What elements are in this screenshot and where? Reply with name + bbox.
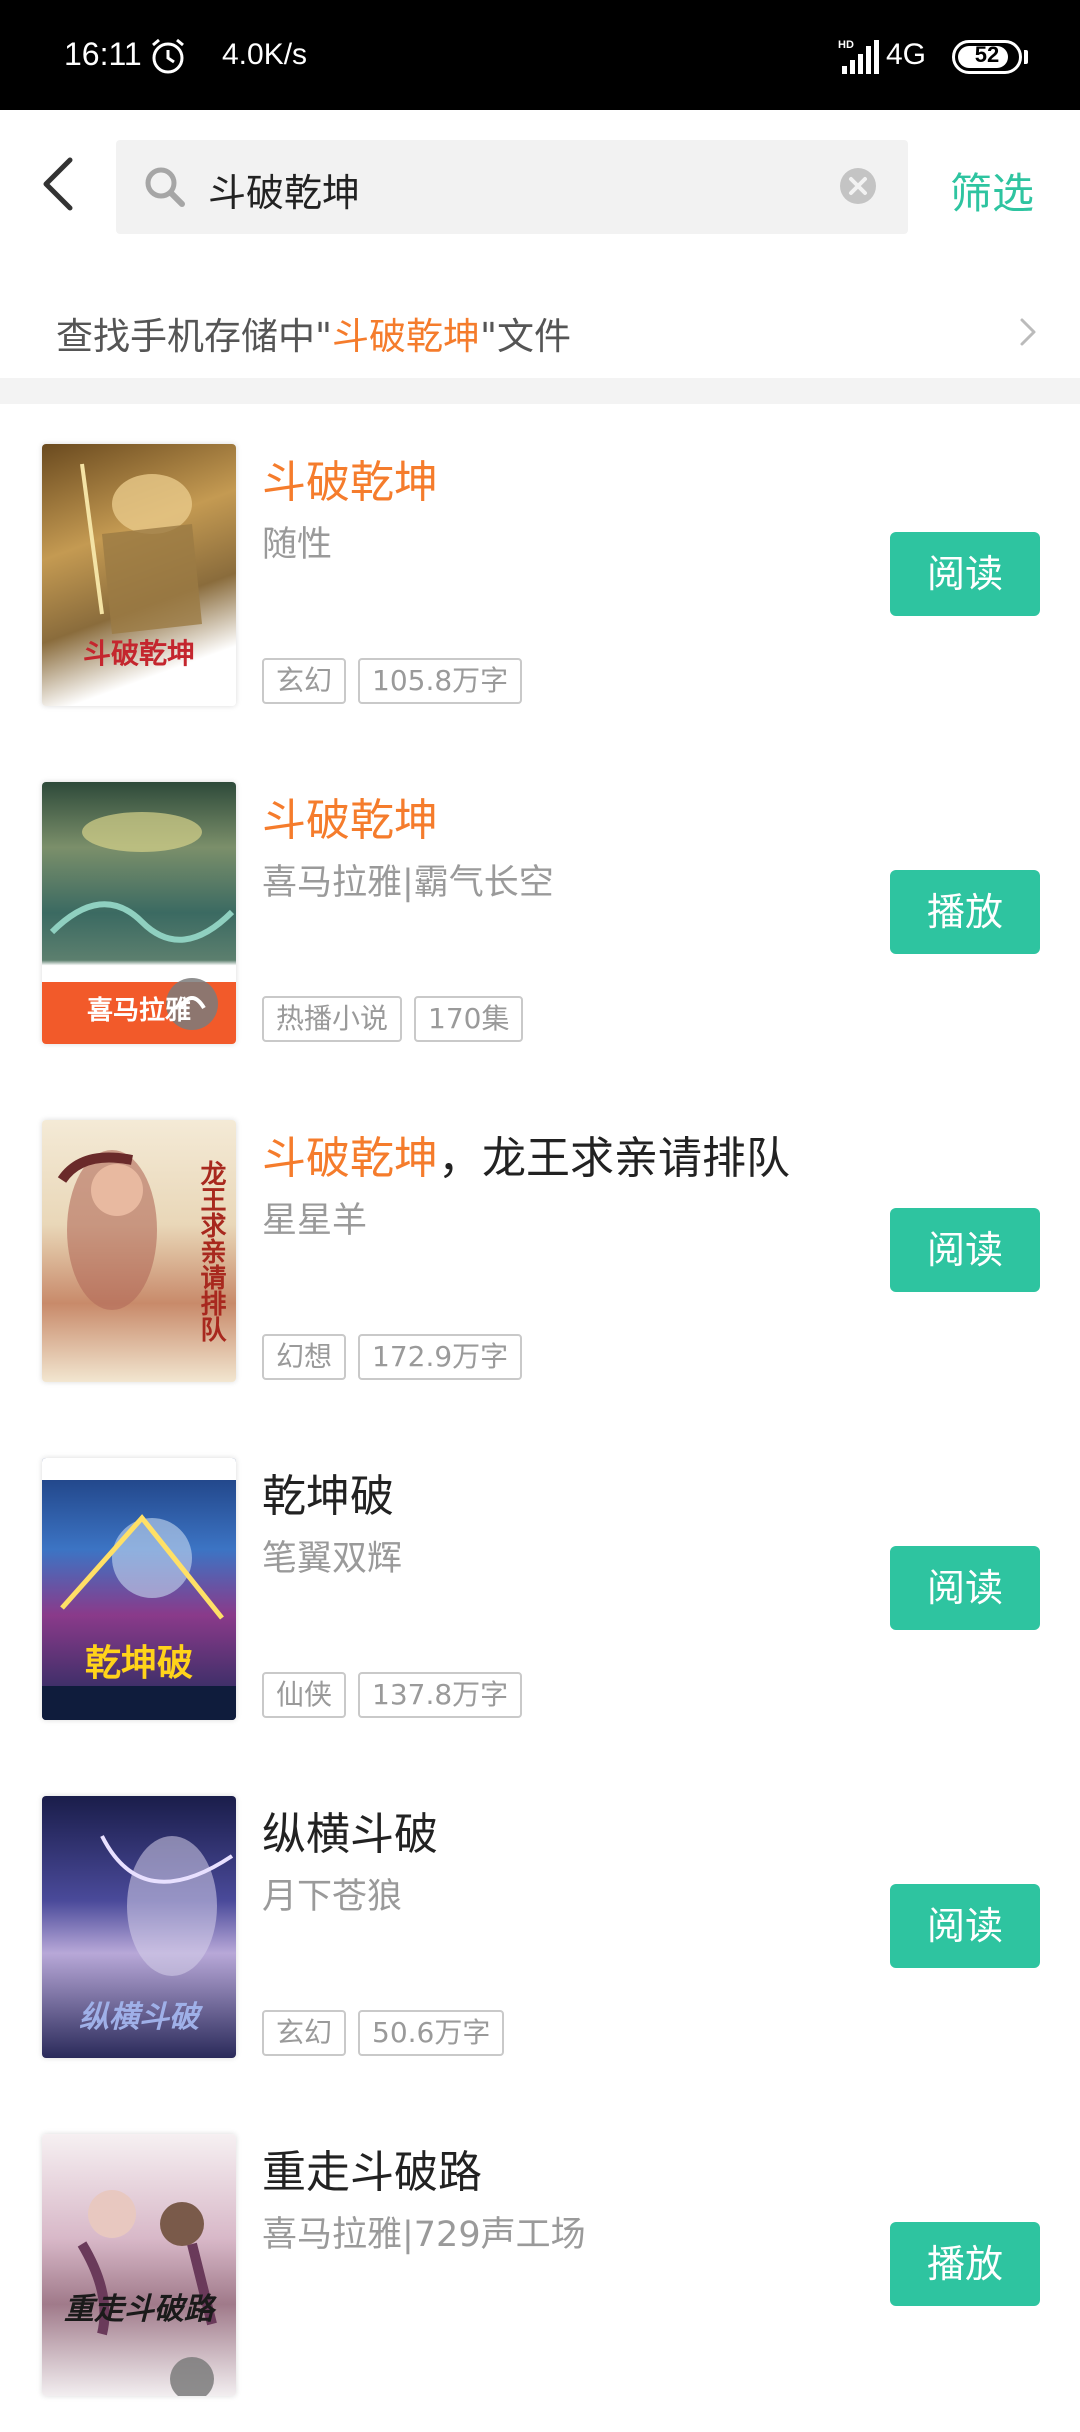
play-button[interactable]: 播放 — [890, 2222, 1040, 2306]
book-title[interactable]: 纵横斗破 — [262, 1798, 438, 1862]
book-cover[interactable]: 龙王求亲请排队 — [42, 1120, 236, 1382]
list-item[interactable]: 斗破乾坤 斗破乾坤 随性 玄幻 105.8万字 阅读 — [0, 404, 1080, 742]
alarm-icon — [152, 38, 184, 74]
read-button[interactable]: 阅读 — [890, 1884, 1040, 1968]
book-title[interactable]: 斗破乾坤 — [262, 784, 438, 848]
cover-title: 龙王求亲请排队 — [196, 1160, 226, 1342]
length-tag: 137.8万字 — [358, 1672, 523, 1718]
genre-tag: 仙侠 — [262, 1672, 347, 1718]
book-title[interactable]: 斗破乾坤 — [262, 446, 438, 510]
length-tag: 105.8万字 — [358, 658, 523, 704]
book-title[interactable]: 重走斗破路 — [262, 2136, 482, 2200]
list-item[interactable]: 乾坤破 乾坤破 笔翼双辉 仙侠 137.8万字 阅读 — [0, 1418, 1080, 1756]
local-storage-search-row[interactable]: 查找手机存储中"斗破乾坤"文件 — [0, 282, 1080, 378]
length-tag: 172.9万字 — [358, 1334, 523, 1380]
tag-list: 热播小说 170集 — [262, 996, 524, 1042]
book-cover[interactable]: 乾坤破 — [42, 1458, 236, 1720]
read-button[interactable]: 阅读 — [890, 532, 1040, 616]
list-item[interactable]: 纵横斗破 纵横斗破 月下苍狼 玄幻 50.6万字 阅读 — [0, 1756, 1080, 2094]
battery-tip — [1024, 50, 1028, 64]
book-author: 月下苍狼 — [262, 1877, 403, 1917]
episode-tag: 170集 — [414, 996, 524, 1042]
genre-tag: 幻想 — [262, 1334, 347, 1380]
back-icon[interactable] — [30, 144, 90, 224]
battery-icon: 52 — [952, 40, 1022, 74]
battery-level: 52 — [974, 42, 1000, 67]
book-author: 随性 — [262, 525, 333, 565]
book-title[interactable]: 斗破乾坤，龙王求亲请排队 — [262, 1122, 790, 1186]
status-time: 16:11 — [64, 36, 142, 72]
filter-button[interactable]: 筛选 — [950, 160, 1034, 221]
genre-tag: 热播小说 — [262, 996, 403, 1042]
audio-cover[interactable]: 重走斗破路 — [42, 2134, 236, 2396]
tag-list: 玄幻 50.6万字 — [262, 2010, 505, 2056]
genre-tag: 玄幻 — [262, 2010, 347, 2056]
book-author: 星星羊 — [262, 1201, 368, 1241]
read-button[interactable]: 阅读 — [890, 1546, 1040, 1630]
search-header: 斗破乾坤 筛选 — [0, 110, 1080, 266]
tag-list: 玄幻 105.8万字 — [262, 658, 523, 704]
network-type: 4G — [886, 38, 927, 71]
cover-title: 重走斗破路 — [64, 2292, 214, 2327]
search-query[interactable]: 斗破乾坤 — [208, 162, 360, 217]
book-author: 喜马拉雅|729声工场 — [262, 2215, 586, 2255]
cover-title: 纵横斗破 — [79, 2000, 199, 2035]
cover-title: 乾坤破 — [84, 1643, 193, 1684]
network-speed: 4.0K/s — [222, 38, 308, 71]
clear-icon[interactable] — [838, 166, 878, 206]
book-cover[interactable]: 纵横斗破 — [42, 1796, 236, 2058]
read-button[interactable]: 阅读 — [890, 1208, 1040, 1292]
chevron-right-icon — [1020, 318, 1036, 346]
genre-tag: 玄幻 — [262, 658, 347, 704]
svg-text:HD: HD — [838, 39, 854, 51]
length-tag: 50.6万字 — [358, 2010, 505, 2056]
tag-list: 仙侠 137.8万字 — [262, 1672, 523, 1718]
audio-cover[interactable]: 喜马拉雅 — [42, 782, 236, 1044]
book-title[interactable]: 乾坤破 — [262, 1460, 394, 1524]
book-author: 笔翼双辉 — [262, 1539, 403, 1579]
status-bar: 16:11 4.0K/s HD 4G 52 — [0, 0, 1080, 110]
search-input[interactable]: 斗破乾坤 — [116, 140, 908, 234]
tag-list: 幻想 172.9万字 — [262, 1334, 523, 1380]
list-item[interactable]: 喜马拉雅 斗破乾坤 喜马拉雅|霸气长空 热播小说 170集 播放 — [0, 742, 1080, 1080]
cover-title: 斗破乾坤 — [82, 637, 195, 670]
signal-icon: HD — [838, 39, 879, 74]
section-divider — [0, 378, 1080, 404]
book-author: 喜马拉雅|霸气长空 — [262, 863, 554, 903]
play-button[interactable]: 播放 — [890, 870, 1040, 954]
book-cover[interactable]: 斗破乾坤 — [42, 444, 236, 706]
search-icon — [145, 167, 185, 207]
local-storage-search-label: 查找手机存储中"斗破乾坤"文件 — [56, 315, 572, 358]
cover-title: 喜马拉雅 — [86, 996, 191, 1026]
list-item[interactable]: 重走斗破路 重走斗破路 喜马拉雅|729声工场 播放 — [0, 2094, 1080, 2432]
list-item[interactable]: 龙王求亲请排队 斗破乾坤，龙王求亲请排队 星星羊 幻想 172.9万字 阅读 — [0, 1080, 1080, 1418]
